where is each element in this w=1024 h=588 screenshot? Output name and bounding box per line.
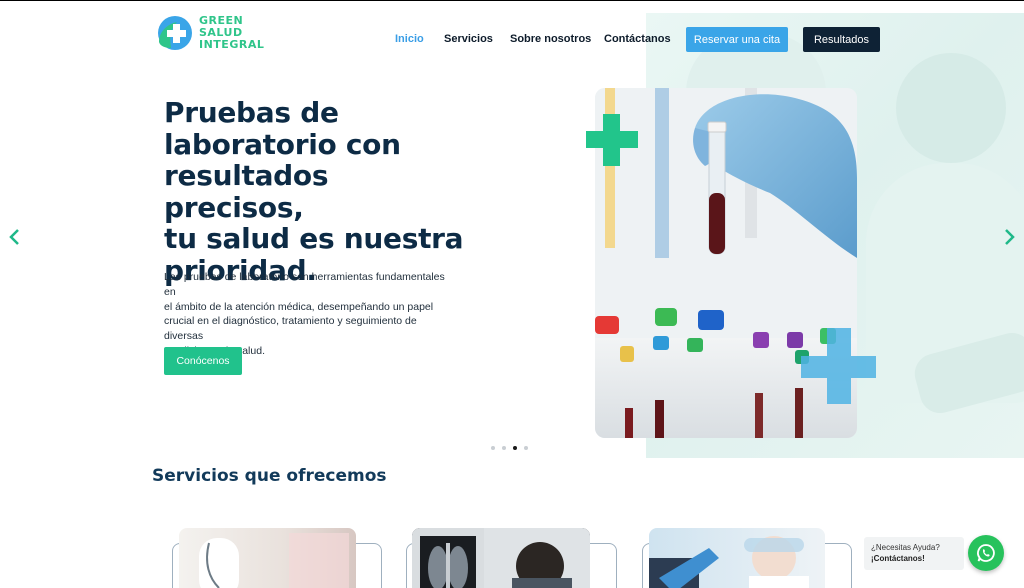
chevron-left-icon[interactable] bbox=[8, 228, 22, 246]
hero-title-line: tu salud es nuestra bbox=[164, 222, 464, 255]
service-card-3-image bbox=[649, 528, 825, 588]
nav-item-servicios[interactable]: Servicios bbox=[444, 33, 493, 45]
reservar-cita-button[interactable]: Reservar una cita bbox=[686, 27, 788, 52]
whatsapp-button[interactable] bbox=[968, 535, 1004, 571]
green-cross-logo-icon bbox=[155, 14, 193, 52]
nav-item-sobre-nosotros[interactable]: Sobre nosotros bbox=[510, 33, 591, 45]
slider-dot-1[interactable] bbox=[491, 446, 495, 450]
nav-item-inicio[interactable]: Inicio bbox=[395, 33, 424, 45]
green-plus-decoration bbox=[586, 114, 638, 166]
slider-dot-2[interactable] bbox=[502, 446, 506, 450]
hero-title: Pruebas de laboratorio con resultados pr… bbox=[164, 97, 464, 286]
slider-dot-3[interactable] bbox=[513, 446, 517, 450]
hero-title-line: laboratorio con bbox=[164, 127, 401, 161]
whatsapp-icon bbox=[977, 544, 995, 562]
slider-dot-4[interactable] bbox=[524, 446, 528, 450]
chevron-right-icon[interactable] bbox=[1002, 228, 1016, 246]
service-card-2-image bbox=[412, 528, 590, 588]
hero-title-line: resultados precisos, bbox=[164, 159, 329, 224]
help-contact-label: ¡Contáctanos! bbox=[871, 554, 925, 563]
service-card-1-image bbox=[179, 528, 356, 588]
help-tooltip[interactable]: ¿Necesitas Ayuda? ¡Contáctanos! bbox=[864, 537, 964, 570]
hero-title-line: Pruebas de bbox=[164, 96, 339, 129]
hero-description-line: Las pruebas de laboratorio son herramien… bbox=[164, 271, 445, 298]
nav-item-contactanos[interactable]: Contáctanos bbox=[604, 33, 671, 45]
services-section-title: Servicios que ofrecemos bbox=[152, 466, 387, 486]
window-top-border bbox=[0, 0, 1024, 1]
conocenos-button[interactable]: Conócenos bbox=[164, 347, 242, 375]
brand-line-3: INTEGRAL bbox=[199, 38, 265, 51]
blue-plus-decoration bbox=[801, 328, 876, 404]
hero-description-line: crucial en el diagnóstico, tratamiento y… bbox=[164, 315, 417, 343]
slider-dots bbox=[491, 446, 528, 450]
brand-logo[interactable]: GREEN SALUD INTEGRAL bbox=[155, 13, 280, 53]
resultados-button[interactable]: Resultados bbox=[803, 27, 880, 52]
hero-description-line: el ámbito de la atención médica, desempe… bbox=[164, 300, 434, 313]
help-question: ¿Necesitas Ayuda? bbox=[871, 543, 940, 552]
hero-description: Las pruebas de laboratorio son herramien… bbox=[164, 270, 446, 359]
